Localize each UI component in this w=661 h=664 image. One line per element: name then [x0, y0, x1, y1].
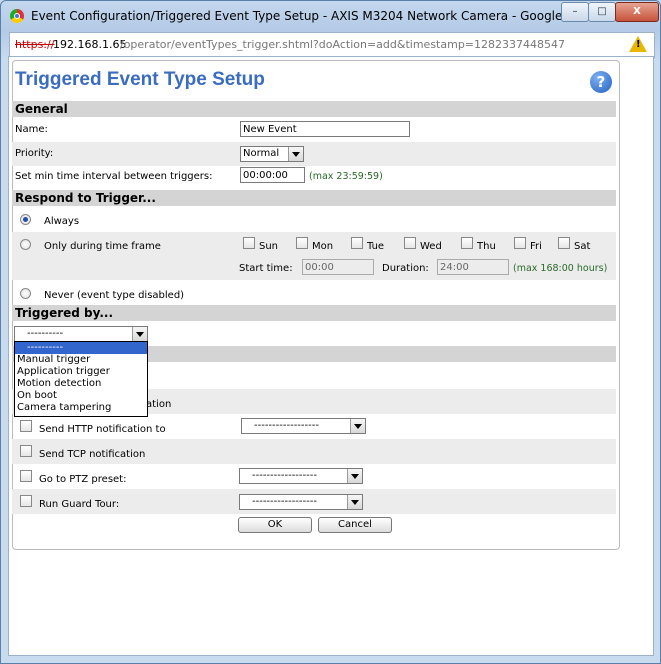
guard-tour-checkbox[interactable] — [20, 495, 32, 507]
name-row: Name: New Event — [12, 118, 616, 142]
window-title: Event Configuration/Triggered Event Type… — [31, 9, 606, 23]
day-label-thu: Thu — [477, 241, 496, 252]
warning-mark: ! — [636, 39, 641, 50]
ptz-select-value: ------------------ — [252, 470, 317, 481]
http-row: Send HTTP notification to --------------… — [12, 414, 616, 439]
maximize-button[interactable]: □ — [588, 2, 616, 22]
tcp-label: Send TCP notification — [39, 449, 146, 460]
chevron-down-icon — [350, 419, 365, 433]
http-select-value: ------------------ — [254, 420, 319, 431]
interval-hint: (max 23:59:59) — [309, 171, 383, 182]
address-bar[interactable]: https:// 192.168.1.65 /operator/eventTyp… — [9, 32, 655, 58]
timeframe-label: Only during time frame — [44, 241, 161, 252]
tcp-row: Send TCP notification — [12, 439, 616, 464]
url-path: /operator/eventTypes_trigger.shtml?doAct… — [120, 38, 566, 51]
section-triggered: Triggered by... — [12, 305, 616, 321]
trigger-option-none[interactable]: ---------- — [15, 342, 147, 354]
timeframe-row: Only during time frame Sun Mon Tue Wed T… — [12, 232, 616, 280]
chevron-down-icon — [347, 495, 362, 509]
duration-input[interactable]: 24:00 — [437, 259, 509, 275]
trigger-select[interactable]: ---------- — [14, 326, 148, 342]
title-bar: Event Configuration/Triggered Event Type… — [1, 1, 660, 31]
priority-label: Priority: — [15, 148, 54, 159]
interval-label: Set min time interval between triggers: — [15, 171, 213, 182]
priority-select[interactable]: Normal — [240, 146, 304, 162]
day-label-wed: Wed — [420, 241, 442, 252]
never-label: Never (event type disabled) — [44, 290, 185, 301]
guard-tour-row: Run Guard Tour: ------------------ — [12, 489, 616, 514]
day-label-mon: Mon — [312, 241, 334, 252]
day-label-sun: Sun — [259, 241, 279, 252]
ptz-checkbox[interactable] — [20, 470, 32, 482]
trigger-option-application[interactable]: Application trigger — [15, 366, 147, 378]
close-button[interactable]: X — [615, 2, 659, 22]
trigger-option-motion[interactable]: Motion detection — [15, 378, 147, 390]
tcp-checkbox[interactable] — [20, 445, 32, 457]
day-checkbox-thu[interactable] — [461, 237, 473, 249]
priority-row: Priority: Normal — [12, 142, 616, 166]
interval-row: Set min time interval between triggers: … — [12, 166, 616, 190]
timeframe-radio[interactable] — [20, 239, 31, 250]
day-label-fri: Fri — [530, 241, 542, 252]
trigger-value: ---------- — [27, 328, 64, 339]
trigger-option-boot[interactable]: On boot — [15, 390, 147, 402]
always-row: Always — [12, 207, 616, 232]
help-icon[interactable]: ? — [590, 71, 612, 93]
day-checkbox-fri[interactable] — [514, 237, 526, 249]
duration-label: Duration: — [382, 263, 429, 274]
interval-input[interactable]: 00:00:00 — [240, 167, 305, 183]
cancel-button[interactable]: Cancel — [318, 517, 392, 533]
section-respond: Respond to Trigger... — [12, 190, 616, 206]
day-label-sat: Sat — [574, 241, 591, 252]
day-checkbox-tue[interactable] — [351, 237, 363, 249]
chevron-down-icon — [347, 469, 362, 483]
guard-tour-select-value: ------------------ — [252, 496, 317, 507]
name-input[interactable]: New Event — [240, 121, 410, 137]
ptz-select[interactable]: ------------------ — [239, 468, 363, 484]
chrome-logo-icon — [10, 9, 24, 23]
day-checkbox-wed[interactable] — [404, 237, 416, 249]
trigger-option-manual[interactable]: Manual trigger — [15, 354, 147, 366]
insecure-scheme: https:// — [15, 38, 55, 51]
never-radio[interactable] — [20, 288, 31, 299]
always-label: Always — [44, 216, 80, 227]
trigger-dropdown-list: ---------- Manual trigger Application tr… — [14, 341, 148, 417]
http-checkbox[interactable] — [20, 420, 32, 432]
name-label: Name: — [15, 124, 48, 135]
start-time-label: Start time: — [239, 263, 293, 274]
ok-button[interactable]: OK — [238, 517, 312, 533]
http-label: Send HTTP notification to — [39, 424, 166, 435]
always-radio[interactable] — [20, 214, 31, 225]
minimize-button[interactable]: – — [561, 2, 589, 22]
ptz-label: Go to PTZ preset: — [39, 474, 127, 485]
chevron-down-icon — [288, 147, 303, 161]
ptz-row: Go to PTZ preset: ------------------ — [12, 464, 616, 489]
start-time-input[interactable]: 00:00 — [302, 259, 374, 275]
never-row: Never (event type disabled) — [12, 280, 616, 305]
http-select[interactable]: ------------------ — [241, 418, 366, 434]
chevron-down-icon — [132, 327, 147, 341]
section-general: General — [12, 101, 616, 117]
url-host: 192.168.1.65 — [53, 38, 127, 51]
priority-value: Normal — [243, 148, 280, 159]
trigger-option-tampering[interactable]: Camera tampering — [15, 402, 147, 414]
hidden-action-label-tail: ation — [146, 399, 172, 410]
page-title: Triggered Event Type Setup — [15, 69, 265, 90]
duration-hint: (max 168:00 hours) — [513, 263, 608, 274]
guard-tour-label: Run Guard Tour: — [39, 499, 120, 510]
day-checkbox-sun[interactable] — [243, 237, 255, 249]
day-checkbox-sat[interactable] — [558, 237, 570, 249]
day-checkbox-mon[interactable] — [296, 237, 308, 249]
guard-tour-select[interactable]: ------------------ — [239, 494, 363, 510]
day-label-tue: Tue — [367, 241, 385, 252]
